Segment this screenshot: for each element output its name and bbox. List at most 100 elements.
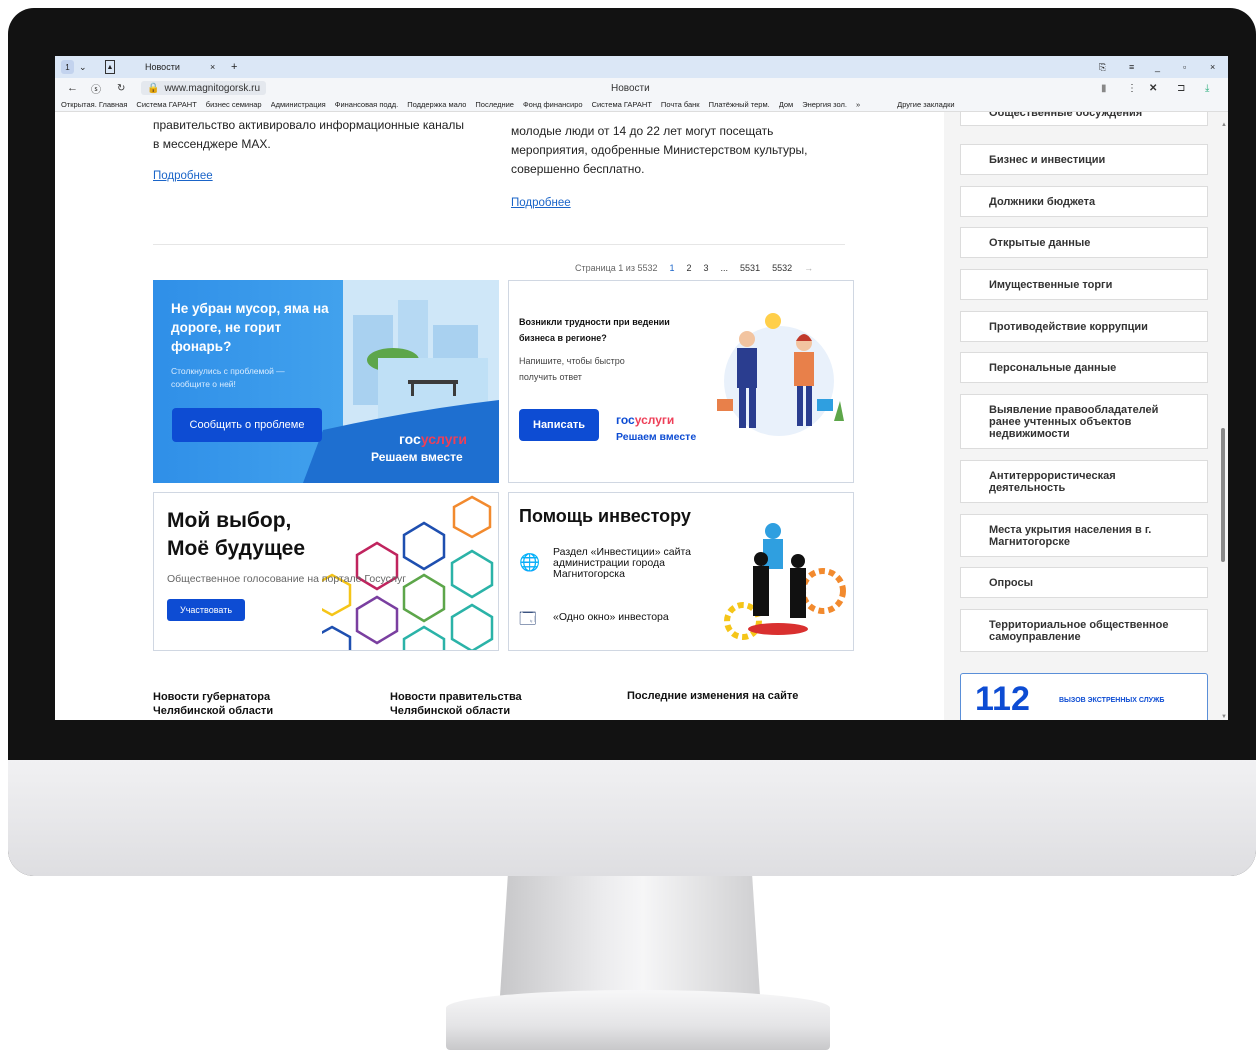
url-text: www.magnitogorsk.ru	[164, 82, 261, 94]
bookmark-item[interactable]: Поддержка мало	[407, 100, 466, 109]
tab-list-chevron-icon[interactable]: ⌄	[79, 60, 87, 74]
globe-icon: 🌐	[519, 553, 541, 572]
sidebar-item[interactable]: Имущественные торги	[960, 269, 1208, 300]
sidebar-item[interactable]: Антитеррористическая деятельность	[960, 460, 1208, 503]
bookmark-item[interactable]: Система ГАРАНТ	[592, 100, 652, 109]
investor-banner[interactable]: Помощь инвестору 🌐 Раздел «Инвестиции» с…	[508, 492, 854, 651]
banner-title: Мой выбор, Моё будущее	[167, 509, 306, 560]
page-link[interactable]: 2	[687, 263, 692, 273]
bookmark-item[interactable]: Энергия зол.	[802, 100, 847, 109]
browser-menu-icon[interactable]: ≡	[1129, 60, 1134, 74]
bookmark-item[interactable]: Дом	[779, 100, 794, 109]
page-link[interactable]: 1	[669, 263, 674, 273]
footer-link[interactable]: Новости губернатора Челябинской области	[153, 690, 273, 718]
news-text-right: молодые люди от 14 до 22 лет могут посещ…	[511, 124, 808, 176]
bookmark-item[interactable]: Фонд финансиро	[523, 100, 583, 109]
news-more-link[interactable]: Подробнее	[153, 170, 213, 182]
logo-part: услуги	[634, 413, 675, 427]
page-link[interactable]: 5532	[772, 263, 792, 273]
sidebar-item[interactable]: Опросы	[960, 567, 1208, 598]
bookmark-item[interactable]: Открытая. Главная	[61, 100, 127, 109]
investment-section-link[interactable]: Раздел «Инвестиции» сайта администрации …	[553, 547, 703, 580]
footer-link[interactable]: Новости правительства Челябинской област…	[390, 690, 522, 718]
page-content: правительство активировало информационны…	[55, 112, 1228, 720]
download-icon[interactable]: ⤓	[1205, 81, 1209, 95]
bookmarks-bar: Открытая. Главная Система ГАРАНТ бизнес …	[55, 98, 1228, 112]
sidebar-item[interactable]: Противодействие коррупции	[960, 311, 1208, 342]
banner-slogan: Решаем вместе	[616, 431, 697, 443]
restore-icon[interactable]: ▫	[1183, 60, 1186, 74]
page-link[interactable]: 3	[704, 263, 709, 273]
write-button[interactable]: Написать	[519, 409, 599, 441]
emergency-number: 112	[975, 680, 1030, 718]
tab-title[interactable]: Новости	[145, 60, 180, 74]
next-page-icon[interactable]: →	[804, 263, 813, 273]
sidebar-item[interactable]: Территориальное общественное самоуправле…	[960, 609, 1208, 652]
sidebar-item[interactable]: Выявление правообладателей ранее учтенны…	[960, 394, 1208, 449]
monitor-stand-base	[446, 990, 830, 1050]
investor-illustration	[724, 523, 846, 640]
page-link[interactable]: 5531	[740, 263, 760, 273]
sidebar-item[interactable]: Открытые данные	[960, 227, 1208, 258]
bookmark-item[interactable]: Администрация	[271, 100, 326, 109]
scrollbar[interactable]: ▲ ▼	[1221, 122, 1227, 720]
tab-close-icon[interactable]: ×	[210, 60, 215, 74]
pagination: Страница 1 из 5532 1 2 3 ... 5531 5532 →	[575, 263, 813, 273]
bookmark-item[interactable]: Почта банк	[661, 100, 700, 109]
sidebar-item[interactable]: Места укрытия населения в г. Магнитогорс…	[960, 514, 1208, 557]
scroll-down-icon[interactable]: ▼	[1221, 714, 1227, 720]
page-ellipsis: ...	[720, 263, 729, 273]
emergency-card[interactable]: 112 ВЫЗОВ ЭКСТРЕННЫХ СЛУЖБ	[960, 673, 1208, 720]
other-bookmarks[interactable]: Другие закладки	[897, 100, 954, 109]
handshake-illustration	[717, 313, 844, 436]
more-icon[interactable]: ⋮	[1127, 81, 1137, 95]
bookmark-item[interactable]: Финансовая подд.	[335, 100, 398, 109]
sidebar: Общественные обсуждения Бизнес и инвести…	[944, 112, 1228, 720]
shield-icon[interactable]: ⓢ	[91, 81, 101, 96]
monitor-chin	[8, 760, 1256, 876]
tab-menu-icon[interactable]: ⎘	[1099, 60, 1106, 74]
business-support-banner[interactable]: Возникли трудности при ведении бизнеса в…	[508, 280, 854, 483]
sidebar-toggle-icon[interactable]: ⊐	[1177, 81, 1185, 95]
sidebar-item[interactable]: Персональные данные	[960, 352, 1208, 383]
banner-subtitle: Общественное голосование на портале Госу…	[167, 573, 407, 585]
banner-title: Помощь инвестору	[519, 506, 691, 526]
window-close-icon[interactable]: ×	[1210, 60, 1215, 74]
one-window-link[interactable]: «Одно окно» инвестора	[553, 611, 669, 623]
bookmark-item[interactable]: Система ГАРАНТ	[136, 100, 196, 109]
extensions-icon[interactable]: ✕	[1149, 81, 1157, 95]
tab-counter[interactable]: 1	[61, 60, 74, 74]
footer-link[interactable]: Последние изменения на сайте	[627, 690, 798, 702]
screen: 1 ⌄ ▲ Новости × + ⎘ ≡ _ ▫ × ← ⓢ ↻ 🔒 www.m…	[55, 56, 1228, 720]
banner-title: Возникли трудности при ведении бизнеса в…	[519, 317, 670, 343]
reload-icon[interactable]: ↻	[117, 81, 125, 95]
bookmark-overflow[interactable]: »	[856, 100, 860, 109]
scrollbar-thumb[interactable]	[1221, 428, 1225, 562]
sidebar-item[interactable]: Общественные обсуждения	[960, 112, 1208, 126]
url-field[interactable]: 🔒 www.magnitogorsk.ru	[141, 81, 267, 95]
banner-title: Не убран мусор, яма на дороге, не горит …	[171, 301, 329, 354]
vote-banner[interactable]: Мой выбор, Моё будущее Общественное голо…	[153, 492, 499, 651]
report-problem-button[interactable]: Сообщить о проблеме	[172, 408, 322, 442]
bookmark-icon[interactable]: ▮	[1101, 81, 1107, 95]
scroll-up-icon[interactable]: ▲	[1221, 122, 1227, 128]
minimize-icon[interactable]: _	[1155, 60, 1160, 74]
logo-part: гос	[616, 413, 635, 427]
sidebar-item[interactable]: Должники бюджета	[960, 186, 1208, 217]
bookmark-item[interactable]: бизнес семинар	[206, 100, 262, 109]
bookmark-item[interactable]: Последние	[475, 100, 514, 109]
back-icon[interactable]: ←	[67, 81, 78, 95]
bookmark-item[interactable]: Платёжный терм.	[709, 100, 770, 109]
new-tab-icon[interactable]: +	[231, 60, 237, 74]
page-count: Страница 1 из 5532	[575, 263, 658, 273]
report-problem-banner[interactable]: Не убран мусор, яма на дороге, не горит …	[153, 280, 499, 483]
gosuslugi-logo: госуслуги	[616, 413, 674, 427]
news-more-link[interactable]: Подробнее	[511, 197, 571, 209]
banner-slogan: Решаем вместе	[371, 450, 463, 464]
address-bar: ← ⓢ ↻ 🔒 www.magnitogorsk.ru Новости ▮ ⋮ ✕…	[55, 78, 1228, 98]
hexagon-icons	[322, 495, 494, 650]
participate-button[interactable]: Участвовать	[167, 599, 245, 621]
banner-subtitle: Напишите, чтобы быстро получить ответ	[519, 356, 625, 382]
sidebar-item[interactable]: Бизнес и инвестиции	[960, 144, 1208, 175]
site-favicon-icon: ▲	[105, 60, 115, 74]
